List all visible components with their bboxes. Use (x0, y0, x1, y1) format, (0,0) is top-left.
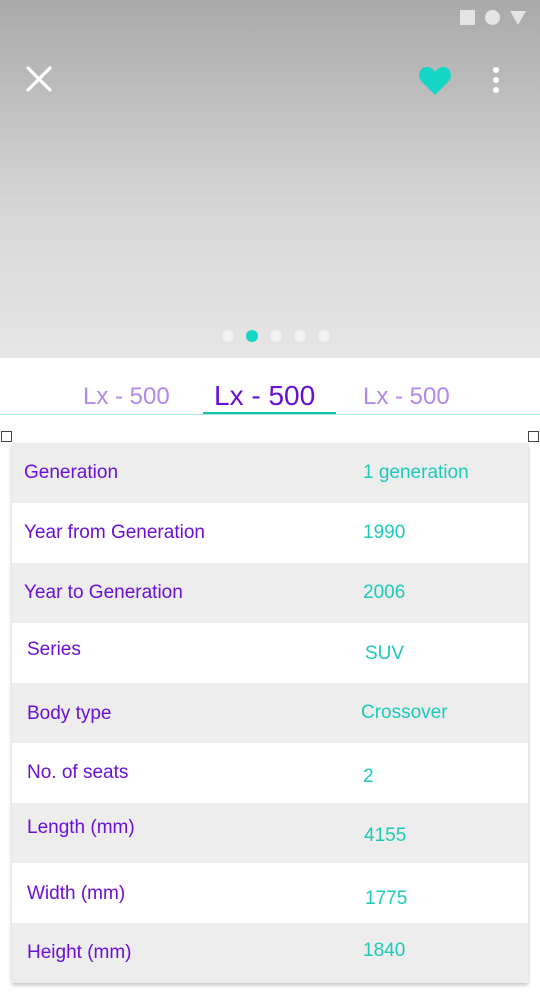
spec-label: Width (mm) (27, 883, 126, 904)
spec-label: Generation (24, 462, 119, 483)
carousel-dot-active[interactable] (246, 330, 258, 342)
close-icon (26, 66, 52, 92)
spec-row-seats: No. of seats 2 (12, 743, 528, 803)
spec-label: Year from Generation (24, 522, 205, 543)
spec-label: Series (27, 639, 81, 660)
resize-handle-left[interactable] (1, 431, 12, 442)
carousel-dot[interactable] (222, 330, 234, 342)
close-button[interactable] (22, 62, 56, 96)
spec-label: Body type (27, 703, 112, 724)
more-vertical-icon (493, 67, 499, 93)
carousel-dot[interactable] (270, 330, 282, 342)
spec-value: 1840 (363, 940, 406, 961)
spec-label: Height (mm) (27, 942, 132, 963)
spec-value: Crossover (361, 702, 448, 723)
spec-value: 1 generation (363, 462, 469, 483)
spec-label: Year to Generation (24, 582, 183, 603)
heart-icon (419, 66, 451, 95)
spec-row-body-type: Body type Crossover (12, 683, 528, 743)
tab-model-next[interactable]: Lx - 500 (363, 383, 450, 411)
spec-row-generation: Generation 1 generation (12, 443, 528, 503)
vehicle-image-carousel[interactable] (0, 0, 540, 358)
carousel-dot[interactable] (294, 330, 306, 342)
spec-value: SUV (365, 643, 405, 664)
spec-label: Length (mm) (27, 817, 135, 838)
tab-model-current[interactable]: Lx - 500 (214, 380, 315, 412)
carousel-dot[interactable] (318, 330, 330, 342)
spec-label: No. of seats (27, 762, 129, 783)
carousel-indicator (0, 330, 540, 342)
triangle-icon (510, 10, 526, 25)
favorite-button[interactable] (417, 64, 453, 98)
status-bar (460, 10, 526, 25)
resize-handle-right[interactable] (528, 431, 539, 442)
spec-row-length: Length (mm) 4155 (12, 803, 528, 863)
spec-row-height: Height (mm) 1840 (12, 923, 528, 983)
tab-model-previous[interactable]: Lx - 500 (83, 383, 170, 411)
spec-row-year-to: Year to Generation 2006 (12, 563, 528, 623)
spec-value: 2 (363, 766, 374, 787)
specs-table: Generation 1 generation Year from Genera… (12, 443, 528, 983)
spec-row-series: Series SUV (12, 623, 528, 683)
active-tab-indicator (203, 412, 336, 414)
spec-value: 1775 (365, 888, 408, 909)
spec-value: 2006 (363, 582, 406, 603)
square-icon (460, 10, 475, 25)
spec-row-width: Width (mm) 1775 (12, 863, 528, 923)
spec-row-year-from: Year from Generation 1990 (12, 503, 528, 563)
tabs-divider (0, 414, 540, 415)
spec-value: 4155 (364, 825, 407, 846)
spec-value: 1990 (363, 522, 406, 543)
more-options-button[interactable] (484, 64, 508, 96)
circle-icon (485, 10, 500, 25)
